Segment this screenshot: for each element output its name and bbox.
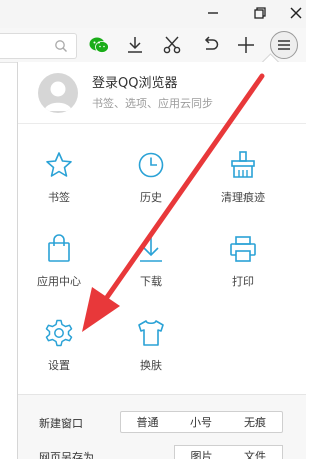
gear-icon [45, 319, 73, 347]
toolbar [0, 28, 306, 63]
user-icon [44, 81, 72, 111]
main-menu-panel: 登录QQ浏览器 书签、选项、应用云同步 书签 历史 清理痕迹 应用中心 下载 打… [17, 62, 306, 459]
clock-icon [138, 152, 164, 178]
save-as-file-button[interactable]: 文件 [228, 445, 283, 459]
menu-item-label: 清理痕迹 [221, 191, 265, 204]
new-window-small-button[interactable]: 小号 [174, 411, 229, 433]
menu-item-label: 打印 [232, 275, 254, 288]
avatar[interactable] [38, 73, 78, 113]
menu-icon [278, 40, 290, 50]
menu-item-skin[interactable]: 换肤 [110, 305, 202, 385]
account-login[interactable]: 登录QQ浏览器 书签、选项、应用云同步 [18, 62, 306, 122]
undo-close-button[interactable] [195, 30, 225, 60]
login-subtitle: 书签、选项、应用云同步 [92, 97, 213, 110]
menu-item-label: 应用中心 [37, 275, 81, 288]
printer-icon [230, 236, 256, 262]
download-icon [128, 37, 142, 53]
menu-button[interactable] [270, 31, 298, 59]
bag-icon [48, 234, 70, 262]
bottom-options: 新建窗口 普通 小号 无痕 网页另存为 图片 文件 [18, 394, 306, 459]
broom-icon [231, 151, 255, 178]
address-bar[interactable] [0, 33, 77, 59]
minimize-button[interactable] [196, 0, 230, 26]
menu-item-bookmarks[interactable]: 书签 [18, 137, 110, 217]
download-button[interactable] [120, 30, 150, 60]
shirt-icon [138, 320, 164, 346]
wechat-icon [89, 37, 109, 53]
restore-icon [254, 7, 266, 19]
minimize-icon [208, 12, 218, 14]
divider [18, 123, 306, 124]
undo-icon [204, 36, 219, 50]
screenshot-button[interactable] [157, 30, 187, 60]
wechat-button[interactable] [84, 30, 114, 60]
title-bar [0, 0, 306, 28]
new-tab-button[interactable] [231, 30, 261, 60]
new-window-incognito-button[interactable]: 无痕 [228, 411, 283, 433]
menu-item-downloads[interactable]: 下载 [110, 221, 202, 301]
menu-item-label: 下载 [140, 275, 162, 288]
menu-item-clear-traces[interactable]: 清理痕迹 [202, 137, 294, 217]
login-title[interactable]: 登录QQ浏览器 [92, 72, 177, 91]
save-as-label: 网页另存为 [39, 451, 94, 459]
menu-grid: 书签 历史 清理痕迹 应用中心 下载 打印 设置 换肤 [18, 137, 306, 387]
scissors-icon [163, 36, 181, 54]
new-tab-icon [238, 37, 254, 53]
menu-item-label: 换肤 [140, 359, 162, 372]
close-button[interactable] [279, 0, 306, 26]
restore-button[interactable] [243, 0, 277, 26]
search-icon[interactable] [54, 39, 68, 53]
save-as-image-button[interactable]: 图片 [174, 445, 229, 459]
star-icon [46, 152, 72, 177]
close-icon [290, 7, 302, 19]
browser-frame: 登录QQ浏览器 书签、选项、应用云同步 书签 历史 清理痕迹 应用中心 下载 打… [0, 0, 306, 459]
menu-item-label: 历史 [140, 191, 162, 204]
menu-item-label: 设置 [48, 359, 70, 372]
menu-item-app-center[interactable]: 应用中心 [18, 221, 110, 301]
menu-item-label: 书签 [48, 191, 70, 204]
new-window-label: 新建窗口 [39, 417, 83, 430]
menu-item-settings[interactable]: 设置 [18, 305, 110, 385]
new-window-normal-button[interactable]: 普通 [120, 411, 175, 433]
menu-item-history[interactable]: 历史 [110, 137, 202, 217]
menu-item-print[interactable]: 打印 [202, 221, 294, 301]
download-icon [140, 237, 162, 262]
